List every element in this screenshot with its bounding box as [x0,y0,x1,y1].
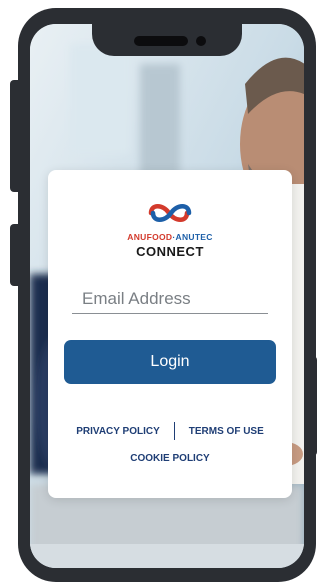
terms-of-use-link[interactable]: TERMS OF USE [189,426,264,437]
speaker [134,36,188,46]
cookie-links: COOKIE POLICY [48,453,292,464]
email-field[interactable] [72,284,268,314]
brand-name-left: ANUFOOD [127,232,173,242]
product-name: CONNECT [136,244,204,259]
cookie-policy-link[interactable]: COOKIE POLICY [130,453,209,464]
front-camera [196,36,206,46]
link-divider [173,422,175,440]
login-card: ANUFOOD·ANUTEC CONNECT Login PRIVACY POL… [48,170,292,498]
login-button[interactable]: Login [64,340,276,384]
legal-links: PRIVACY POLICY TERMS OF USE [48,422,292,440]
brand-logo-icon [148,204,192,222]
privacy-policy-link[interactable]: PRIVACY POLICY [76,426,160,437]
brand-wordmark: ANUFOOD·ANUTEC [48,232,292,242]
notch [92,24,242,56]
brand-name-right: ANUTEC [175,232,213,242]
